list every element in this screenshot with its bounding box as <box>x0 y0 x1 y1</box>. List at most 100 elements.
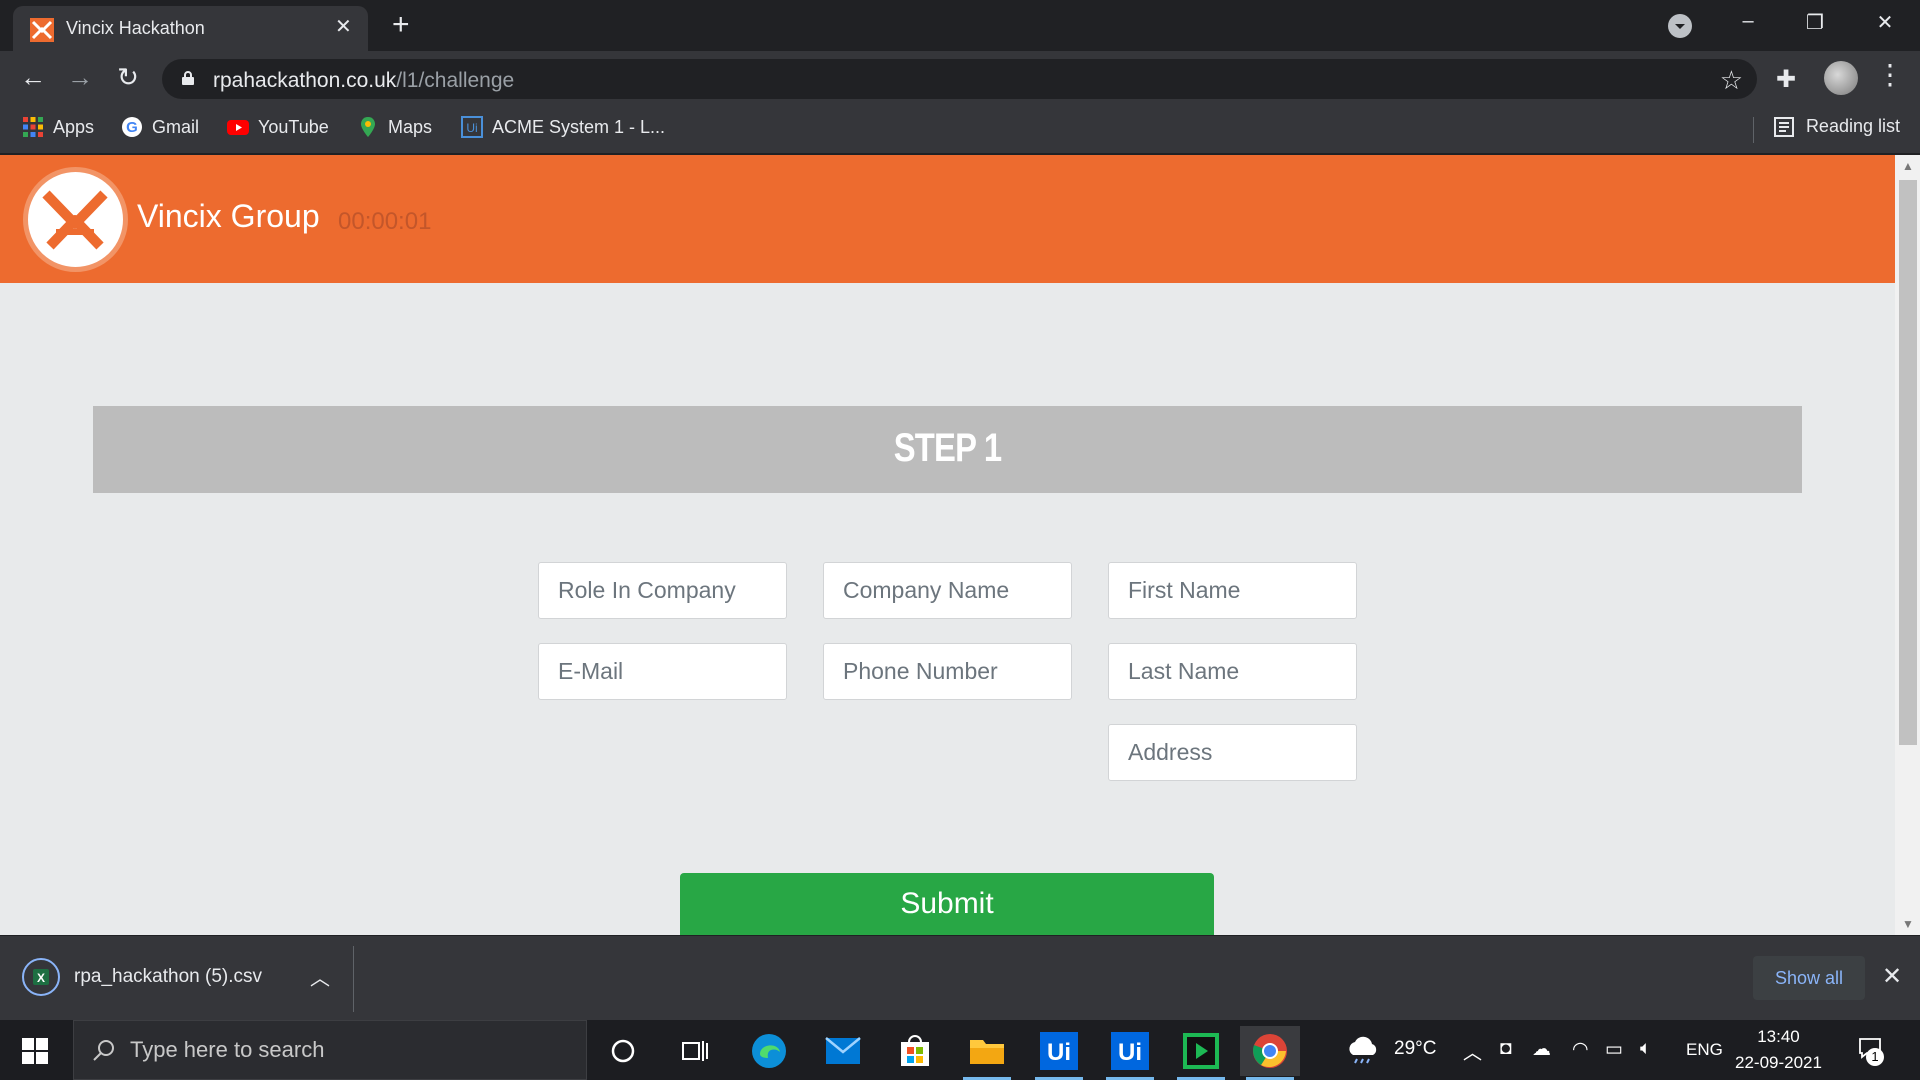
notification-count-badge: 1 <box>1866 1048 1884 1066</box>
svg-text:Ui: Ui <box>466 121 477 135</box>
company-name-input[interactable] <box>823 562 1072 619</box>
download-options-chevron-icon[interactable]: ︿ <box>310 962 330 991</box>
reload-icon[interactable]: ↻ <box>113 64 143 90</box>
show-all-downloads-button[interactable]: Show all <box>1753 956 1865 1000</box>
window-close-button[interactable]: ✕ <box>1870 10 1900 35</box>
forward-arrow-icon[interactable]: → <box>65 64 95 90</box>
back-arrow-icon[interactable]: ← <box>18 64 48 90</box>
address-bar[interactable]: rpahackathon.co.uk/l1/challenge ☆ <box>162 59 1757 99</box>
svg-text:Ui: Ui <box>1118 1039 1142 1066</box>
reading-list-icon <box>1773 116 1794 137</box>
download-shelf: X rpa_hackathon (5).csv ︿ Show all ✕ <box>0 935 1920 1020</box>
wifi-icon[interactable]: ◠ <box>1572 1038 1589 1061</box>
clock-time: 13:40 <box>1757 1027 1800 1046</box>
bookmark-label: Maps <box>388 116 433 137</box>
lock-icon <box>182 71 194 85</box>
edge-browser-icon[interactable] <box>739 1026 799 1076</box>
weather-cloud-icon[interactable] <box>1345 1035 1381 1065</box>
download-item[interactable]: X rpa_hackathon (5).csv <box>22 958 262 996</box>
apps-grid-icon <box>23 117 43 137</box>
tab-close-icon[interactable]: ✕ <box>335 17 352 37</box>
download-filename: rpa_hackathon (5).csv <box>74 966 262 987</box>
brand-name: Vincix Group <box>137 198 320 234</box>
task-view-icon[interactable] <box>665 1026 725 1076</box>
browser-toolbar: ← → ↻ rpahackathon.co.uk/l1/challenge ☆ … <box>0 51 1920 107</box>
windows-start-icon[interactable] <box>22 1038 48 1064</box>
maps-pin-icon <box>361 117 375 137</box>
site-header: Vincix Group 00:00:01 <box>0 155 1895 283</box>
weather-temperature[interactable]: 29°C <box>1394 1038 1436 1060</box>
uipath-studio-icon[interactable]: Ui <box>1029 1026 1089 1080</box>
bookmark-label: Gmail <box>152 116 200 137</box>
uipath-icon: Ui <box>461 116 483 138</box>
tab-title: Vincix Hackathon <box>66 18 205 38</box>
address-input[interactable] <box>1108 724 1357 781</box>
scroll-thumb[interactable] <box>1899 180 1917 745</box>
svg-text:G: G <box>126 119 138 136</box>
clock-date: 22-09-2021 <box>1735 1053 1822 1072</box>
bookmark-label: ACME System 1 - L... <box>492 116 666 137</box>
vincix-logo <box>23 167 128 272</box>
media-player-icon[interactable] <box>1171 1026 1231 1080</box>
bookmarks-divider <box>1753 117 1754 143</box>
search-icon <box>93 1040 114 1061</box>
vincix-favicon-icon <box>30 18 54 42</box>
windows-taskbar: Type here to search Ui Ui 29°C ︿ ◘ ☁ ◠ ▭… <box>0 1020 1920 1080</box>
url-text: rpahackathon.co.uk/l1/challenge <box>213 69 514 93</box>
input-language[interactable]: ENG <box>1686 1040 1723 1060</box>
bookmark-star-icon[interactable]: ☆ <box>1720 65 1743 96</box>
challenge-timer: 00:00:01 <box>338 208 432 235</box>
svg-text:X: X <box>37 971 45 985</box>
battery-icon[interactable]: ▭ <box>1605 1038 1623 1061</box>
mail-icon[interactable] <box>813 1026 873 1076</box>
submit-button[interactable]: Submit <box>680 873 1214 935</box>
system-clock[interactable]: 13:40 22-09-2021 <box>1735 1024 1822 1076</box>
web-page: Vincix Group 00:00:01 STEP 1 Submit <box>0 155 1895 935</box>
volume-icon[interactable]: 🔈︎ <box>1640 1038 1651 1060</box>
url-path: /l1/challenge <box>396 69 515 92</box>
window-minimize-button[interactable]: – <box>1733 10 1763 33</box>
cortana-icon[interactable] <box>593 1026 653 1076</box>
reading-list-label: Reading list <box>1805 116 1900 136</box>
step-title: STEP 1 <box>893 426 1002 470</box>
window-restore-button[interactable]: ❐ <box>1800 10 1830 35</box>
onedrive-cloud-icon[interactable]: ☁ <box>1532 1038 1551 1061</box>
url-host: rpahackathon.co.uk <box>213 69 397 92</box>
show-hidden-icons-chevron-icon[interactable]: ︿ <box>1463 1038 1482 1065</box>
uipath-assistant-icon[interactable]: Ui <box>1100 1026 1160 1080</box>
new-tab-button[interactable]: + <box>392 10 410 40</box>
scroll-down-arrow-icon[interactable]: ▼ <box>1902 917 1914 931</box>
taskbar-search-box[interactable]: Type here to search <box>73 1020 587 1080</box>
extensions-puzzle-icon[interactable]: ✚ <box>1776 65 1796 94</box>
step-banner: STEP 1 <box>93 406 1802 493</box>
bookmark-maps[interactable]: Maps <box>357 116 432 138</box>
profile-avatar[interactable] <box>1824 61 1858 95</box>
last-name-input[interactable] <box>1108 643 1357 700</box>
email-input[interactable] <box>538 643 787 700</box>
file-explorer-icon[interactable] <box>957 1026 1017 1080</box>
bookmark-youtube[interactable]: YouTube <box>227 116 329 138</box>
svg-text:Ui: Ui <box>1047 1039 1071 1066</box>
browser-tab-strip: Vincix Hackathon ✕ + – ❐ ✕ <box>0 0 1920 51</box>
close-download-shelf-icon[interactable]: ✕ <box>1882 962 1902 991</box>
download-divider <box>353 946 354 1012</box>
bookmark-acme-system[interactable]: Ui ACME System 1 - L... <box>461 116 665 138</box>
bookmark-apps[interactable]: Apps <box>22 116 94 138</box>
page-scrollbar[interactable]: ▲ ▼ <box>1895 155 1920 935</box>
phone-number-input[interactable] <box>823 643 1072 700</box>
first-name-input[interactable] <box>1108 562 1357 619</box>
bookmarks-bar: Apps G Gmail YouTube Maps Ui ACME System… <box>0 107 1920 154</box>
reading-list-button[interactable]: Reading list <box>1773 116 1900 137</box>
tab-search-icon[interactable] <box>1668 14 1692 38</box>
chrome-icon[interactable] <box>1240 1026 1300 1080</box>
browser-tab[interactable]: Vincix Hackathon ✕ <box>13 6 368 51</box>
microsoft-store-icon[interactable] <box>885 1026 945 1076</box>
youtube-icon <box>227 120 249 135</box>
taskbar-search-placeholder: Type here to search <box>130 1037 325 1062</box>
bookmark-gmail[interactable]: G Gmail <box>121 116 199 138</box>
meet-now-icon[interactable]: ◘ <box>1500 1038 1511 1060</box>
role-in-company-input[interactable] <box>538 562 787 619</box>
chrome-menu-icon[interactable]: ⋮ <box>1876 61 1904 89</box>
scroll-up-arrow-icon[interactable]: ▲ <box>1902 159 1914 173</box>
excel-file-icon: X <box>22 958 60 996</box>
